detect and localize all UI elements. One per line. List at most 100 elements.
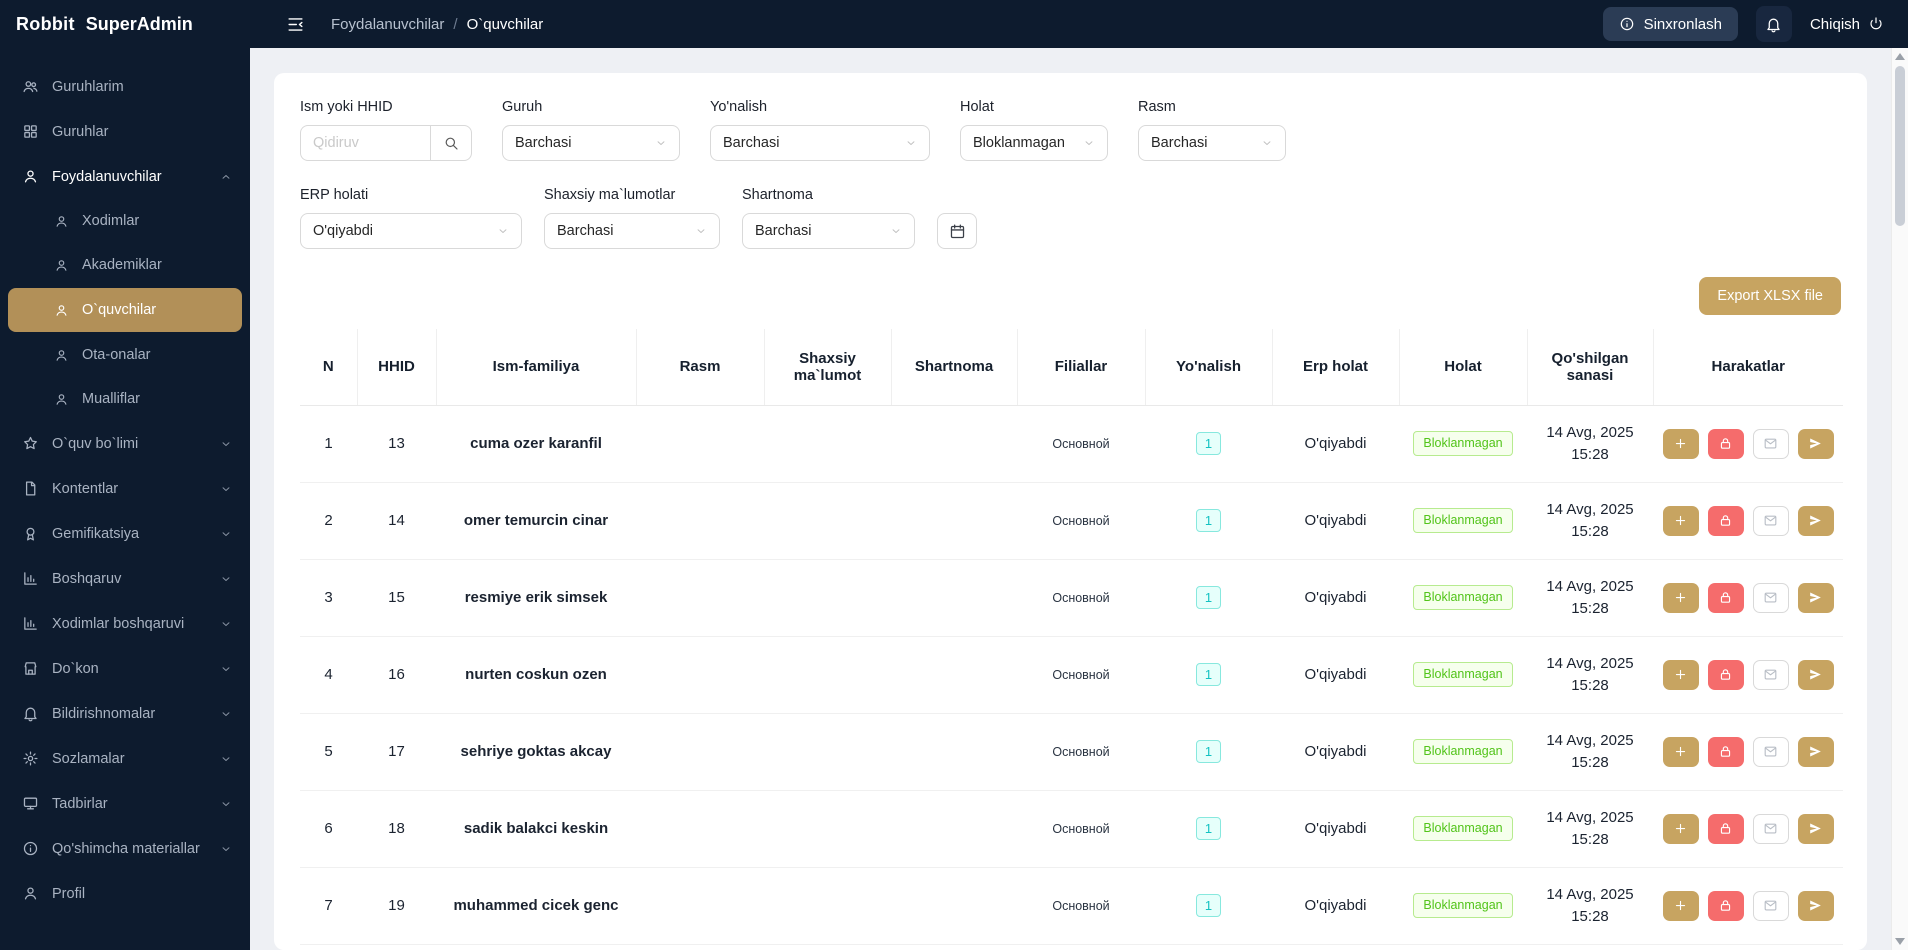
sidebar-item-gemifikatsiya[interactable]: Gemifikatsiya	[0, 511, 250, 556]
sidebar-item-mualliflar[interactable]: Mualliflar	[0, 377, 250, 421]
sidebar-item-boshqaruv[interactable]: Boshqaruv	[0, 556, 250, 601]
send-action-button[interactable]	[1798, 891, 1834, 921]
sidebar-item-akademiklar[interactable]: Akademiklar	[0, 243, 250, 287]
message-action-button[interactable]	[1753, 891, 1789, 921]
cell-hhid: 14	[357, 482, 436, 559]
user-icon	[22, 885, 39, 902]
plus-icon	[1673, 436, 1688, 451]
filter-label-shaxsiy: Shaxsiy ma`lumotlar	[544, 187, 720, 203]
sidebar-item-xodimlar[interactable]: Xodimlar	[0, 199, 250, 243]
notifications-button[interactable]	[1756, 6, 1792, 42]
send-action-button[interactable]	[1798, 429, 1834, 459]
user-icon	[54, 348, 69, 363]
block-action-button[interactable]	[1708, 583, 1744, 613]
add-action-button[interactable]	[1663, 814, 1699, 844]
add-action-button[interactable]	[1663, 583, 1699, 613]
send-action-button[interactable]	[1798, 583, 1834, 613]
mail-icon	[1763, 436, 1778, 451]
block-action-button[interactable]	[1708, 429, 1744, 459]
sidebar-item-xodimlar-boshqaruvi[interactable]: Xodimlar boshqaruvi	[0, 601, 250, 646]
sidebar-item-tadbirlar[interactable]: Tadbirlar	[0, 781, 250, 826]
sidebar-item-guruhlar[interactable]: Guruhlar	[0, 109, 250, 154]
cell-hhid: 17	[357, 713, 436, 790]
send-action-button[interactable]	[1798, 814, 1834, 844]
added-date: 14 Avg, 2025	[1533, 653, 1647, 675]
sidebar-item-qo-shimcha-materiallar[interactable]: Qo'shimcha materiallar	[0, 826, 250, 871]
block-action-button[interactable]	[1708, 506, 1744, 536]
sidebar-item-ota-onalar[interactable]: Ota-onalar	[0, 333, 250, 377]
message-action-button[interactable]	[1753, 737, 1789, 767]
filter-shaxsiy-group: Shaxsiy ma`lumotlar Barchasi	[544, 187, 720, 249]
guruh-select[interactable]: Barchasi	[502, 125, 680, 161]
added-date: 14 Avg, 2025	[1533, 499, 1647, 521]
sidebar-item-kontentlar[interactable]: Kontentlar	[0, 466, 250, 511]
sidebar-item-label: Guruhlarim	[52, 79, 232, 95]
send-action-button[interactable]	[1798, 506, 1834, 536]
yonalish-select[interactable]: Barchasi	[710, 125, 930, 161]
status-badge: Bloklanmagan	[1413, 893, 1512, 918]
sidebar-item-o-quvchilar[interactable]: O`quvchilar	[8, 288, 242, 332]
add-action-button[interactable]	[1663, 429, 1699, 459]
menu-fold-icon[interactable]	[286, 15, 305, 34]
holat-select[interactable]: Bloklanmagan	[960, 125, 1108, 161]
sidebar-item-profil[interactable]: Profil	[0, 871, 250, 916]
block-action-button[interactable]	[1708, 660, 1744, 690]
status-badge: Bloklanmagan	[1413, 508, 1512, 533]
erp-select-value: O'qiyabdi	[313, 223, 373, 239]
erp-select[interactable]: O'qiyabdi	[300, 213, 522, 249]
shartnoma-select[interactable]: Barchasi	[742, 213, 915, 249]
send-action-button[interactable]	[1798, 660, 1834, 690]
cell-shaxsiy	[764, 790, 891, 867]
sidebar-item-do-kon[interactable]: Do`kon	[0, 646, 250, 691]
sidebar-item-sozlamalar[interactable]: Sozlamalar	[0, 736, 250, 781]
row-actions	[1659, 660, 1837, 690]
brand-logo: Robbit	[16, 14, 75, 35]
gear-icon	[22, 750, 39, 767]
search-input[interactable]	[300, 125, 430, 161]
breadcrumb-item[interactable]: Foydalanuvchilar	[331, 16, 444, 33]
add-action-button[interactable]	[1663, 506, 1699, 536]
add-action-button[interactable]	[1663, 660, 1699, 690]
column-header-yo-nalish: Yo'nalish	[1145, 329, 1272, 405]
breadcrumb-item-current[interactable]: O`quvchilar	[467, 16, 544, 33]
export-xlsx-button[interactable]: Export XLSX file	[1699, 277, 1841, 315]
sidebar-item-o-quv-bo-limi[interactable]: O`quv bo`limi	[0, 421, 250, 466]
block-action-button[interactable]	[1708, 814, 1744, 844]
mail-icon	[1763, 898, 1778, 913]
scrollbar-thumb[interactable]	[1895, 66, 1905, 226]
search-button[interactable]	[430, 125, 472, 161]
block-action-button[interactable]	[1708, 737, 1744, 767]
message-action-button[interactable]	[1753, 506, 1789, 536]
cell-shartnoma	[891, 636, 1017, 713]
sidebar-item-guruhlarim[interactable]: Guruhlarim	[0, 64, 250, 109]
message-action-button[interactable]	[1753, 814, 1789, 844]
logout-button[interactable]: Chiqish	[1810, 16, 1884, 33]
students-table: NHHIDIsm-familiyaRasmShaxsiy ma`lumotSha…	[300, 329, 1843, 945]
shaxsiy-select[interactable]: Barchasi	[544, 213, 720, 249]
vertical-scrollbar[interactable]	[1891, 48, 1908, 950]
message-action-button[interactable]	[1753, 429, 1789, 459]
chevron-down-icon	[497, 225, 509, 237]
sidebar-item-label: Ota-onalar	[82, 347, 232, 363]
message-action-button[interactable]	[1753, 583, 1789, 613]
rasm-select[interactable]: Barchasi	[1138, 125, 1286, 161]
scroll-down-arrow-icon[interactable]	[1895, 938, 1905, 945]
lock-icon	[1718, 898, 1733, 913]
sidebar-item-bildirishnomalar[interactable]: Bildirishnomalar	[0, 691, 250, 736]
calendar-button[interactable]	[937, 213, 977, 249]
message-action-button[interactable]	[1753, 660, 1789, 690]
cell-actions	[1653, 790, 1843, 867]
send-icon	[1808, 513, 1823, 528]
scroll-up-arrow-icon[interactable]	[1895, 53, 1905, 60]
sync-button-label: Sinxronlash	[1644, 16, 1722, 33]
table-row: 214omer temurcin cinarОсновной1O'qiyabdi…	[300, 482, 1843, 559]
chevron-down-icon	[220, 438, 232, 450]
app-title: SuperAdmin	[86, 14, 193, 35]
cell-index: 2	[300, 482, 357, 559]
add-action-button[interactable]	[1663, 891, 1699, 921]
send-action-button[interactable]	[1798, 737, 1834, 767]
sync-button[interactable]: Sinxronlash	[1603, 7, 1738, 41]
add-action-button[interactable]	[1663, 737, 1699, 767]
sidebar-item-foydalanuvchilar[interactable]: Foydalanuvchilar	[0, 154, 250, 199]
block-action-button[interactable]	[1708, 891, 1744, 921]
